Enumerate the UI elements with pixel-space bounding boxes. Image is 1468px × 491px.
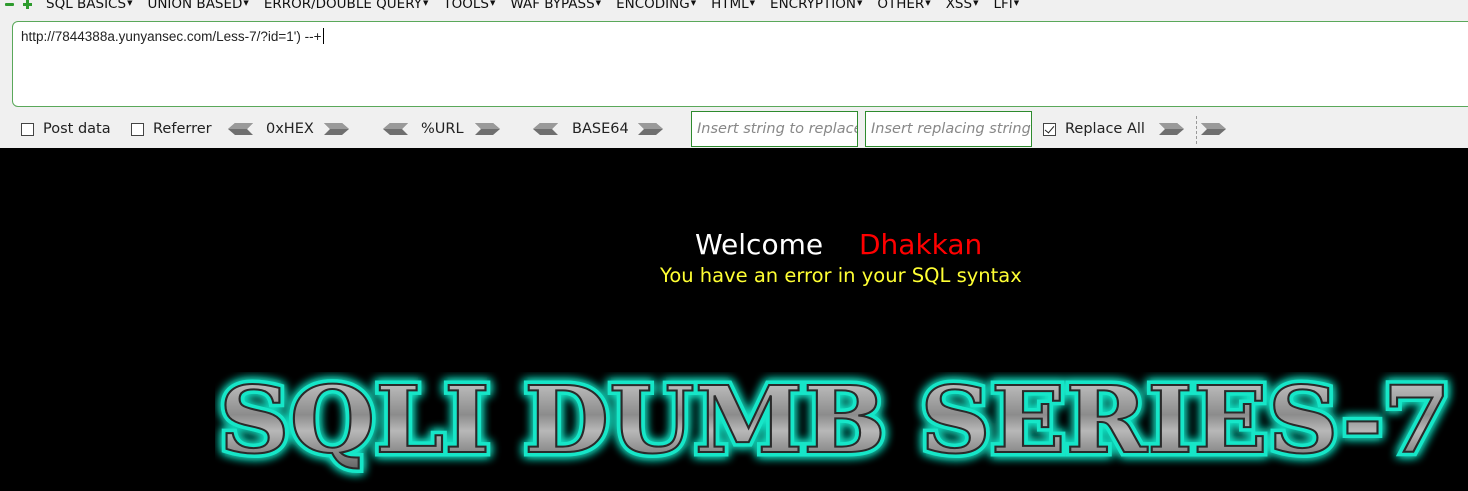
collapse-icon[interactable] xyxy=(5,0,14,9)
dropdown-caret-icon: ▼ xyxy=(749,0,756,7)
dropdown-caret-icon: ▼ xyxy=(690,0,697,7)
menu-html[interactable]: HTML▼ xyxy=(711,0,755,12)
menu-lfi[interactable]: LFI▼ xyxy=(993,0,1019,12)
menu-error-double-query[interactable]: ERROR/DOUBLE QUERY▼ xyxy=(264,0,429,12)
url-value: http://7844388a.yunyansec.com/Less-7/?id… xyxy=(21,28,324,44)
menu-bar: SQL BASICS▼ UNION BASED▼ ERROR/DOUBLE QU… xyxy=(0,0,1468,13)
series-banner: SQLI DUMB SERIES-7 SQLI DUMB SERIES-7 xyxy=(215,372,1456,479)
sql-error-message: You have an error in your SQL syntax xyxy=(660,264,1022,287)
toolbar-separator xyxy=(1196,116,1197,144)
banner-text: SQLI DUMB SERIES-7 xyxy=(219,372,1451,474)
menu-other[interactable]: OTHER▼ xyxy=(877,0,930,12)
execute-arrow-icon[interactable] xyxy=(1201,122,1227,136)
base64-encode-arrow-icon[interactable] xyxy=(638,122,664,136)
referrer-label: Referrer xyxy=(153,121,212,137)
replace-arrow-icon[interactable] xyxy=(1159,122,1185,136)
welcome-name: Dhakkan xyxy=(859,228,983,261)
replace-all-label: Replace All xyxy=(1065,121,1145,137)
menu-encoding[interactable]: ENCODING▼ xyxy=(616,0,696,12)
referrer-option[interactable]: Referrer xyxy=(131,118,212,140)
dropdown-caret-icon: ▼ xyxy=(127,0,133,7)
hackbar-panel: SQL BASICS▼ UNION BASED▼ ERROR/DOUBLE QU… xyxy=(0,0,1468,148)
menu-union-based[interactable]: UNION BASED▼ xyxy=(147,0,248,12)
hex-decode-arrow-icon[interactable] xyxy=(227,122,253,136)
url-decode-arrow-icon[interactable] xyxy=(382,122,408,136)
dropdown-caret-icon: ▼ xyxy=(489,0,496,7)
dropdown-caret-icon: ▼ xyxy=(856,0,863,7)
insert-string-input[interactable]: Insert string to replace xyxy=(691,111,858,147)
hex-encode-arrow-icon[interactable] xyxy=(324,122,350,136)
dropdown-caret-icon: ▼ xyxy=(595,0,602,7)
referrer-checkbox[interactable] xyxy=(131,122,144,136)
dropdown-caret-icon: ▼ xyxy=(1013,0,1020,7)
insert-replacing-input[interactable]: Insert replacing string xyxy=(865,111,1032,147)
menu-waf-bypass[interactable]: WAF BYPASS▼ xyxy=(510,0,601,12)
base64-label: BASE64 xyxy=(572,121,629,137)
dropdown-caret-icon: ▼ xyxy=(422,0,429,7)
dropdown-caret-icon: ▼ xyxy=(973,0,979,7)
dropdown-caret-icon: ▼ xyxy=(925,0,931,7)
replace-all-checkbox[interactable] xyxy=(1043,122,1056,136)
base64-decode-arrow-icon[interactable] xyxy=(532,122,558,136)
url-textarea[interactable]: http://7844388a.yunyansec.com/Less-7/?id… xyxy=(12,21,1468,107)
url-label: %URL xyxy=(421,121,464,137)
post-data-checkbox[interactable] xyxy=(21,122,34,136)
post-data-option[interactable]: Post data xyxy=(21,118,111,140)
menu-xss[interactable]: XSS▼ xyxy=(946,0,979,12)
hex-label: 0xHEX xyxy=(266,121,314,137)
welcome-text: Welcome xyxy=(695,228,824,261)
expand-icon[interactable] xyxy=(23,0,32,9)
dropdown-caret-icon: ▼ xyxy=(243,0,249,7)
post-data-label: Post data xyxy=(43,121,111,137)
menu-encryption[interactable]: ENCRYPTION▼ xyxy=(770,0,862,12)
menu-tools[interactable]: TOOLS▼ xyxy=(443,0,495,12)
menu-sql-basics[interactable]: SQL BASICS▼ xyxy=(46,0,132,12)
replace-all-option[interactable]: Replace All xyxy=(1043,118,1145,140)
url-encode-arrow-icon[interactable] xyxy=(475,122,501,136)
text-cursor xyxy=(322,28,324,44)
